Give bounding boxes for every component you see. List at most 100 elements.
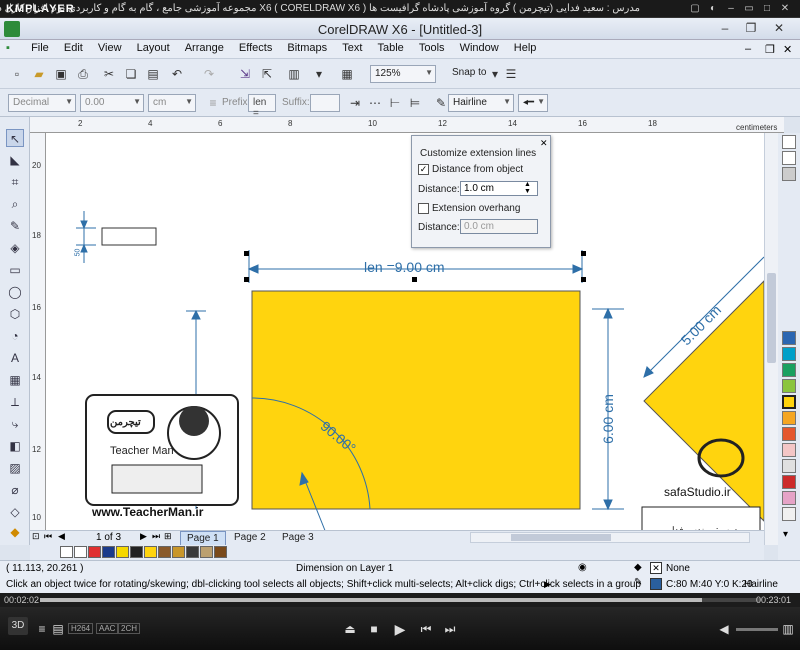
undo-icon[interactable]: ↶: [168, 65, 186, 83]
small-rectangle[interactable]: [101, 227, 157, 246]
open-icon[interactable]: ▰: [30, 65, 48, 83]
previous-icon[interactable]: ⏮: [418, 621, 434, 637]
docswatch-sienna[interactable]: [214, 546, 227, 558]
menu-table[interactable]: Table: [371, 40, 409, 56]
swatch-yellow[interactable]: [782, 395, 796, 409]
docswatch-tan[interactable]: [200, 546, 213, 558]
swatch-pink[interactable]: [782, 443, 796, 457]
docswatch-yellow[interactable]: [116, 546, 129, 558]
3d-mode-button[interactable]: 3D: [8, 617, 28, 635]
precision-select[interactable]: 0.00 ▼: [80, 94, 144, 112]
options-icon[interactable]: ☰: [502, 65, 520, 83]
menu-file[interactable]: File: [25, 40, 55, 56]
swatch-orange[interactable]: [782, 411, 796, 425]
doc-minimize-icon[interactable]: –: [745, 43, 751, 55]
smart-fill-icon[interactable]: ◈: [6, 239, 24, 257]
units-select[interactable]: cm ▼: [148, 94, 196, 112]
show-units-icon[interactable]: ≡: [204, 94, 222, 112]
minimize-icon[interactable]: –: [724, 2, 738, 15]
horizontal-scrollbar[interactable]: [470, 532, 750, 543]
ellipse-tool-icon[interactable]: ◯: [6, 283, 24, 301]
maximize-icon[interactable]: □: [760, 2, 774, 15]
new-icon[interactable]: ▫: [8, 65, 26, 83]
docswatch-navy[interactable]: [102, 546, 115, 558]
swatch-red-orange[interactable]: [782, 427, 796, 441]
export-icon[interactable]: ⇱: [258, 65, 276, 83]
top-dimension-label[interactable]: len =9.00 cm: [364, 259, 445, 275]
close-icon[interactable]: ✕: [770, 20, 788, 36]
text-tool-icon[interactable]: A: [6, 349, 24, 367]
dimension-tool-icon[interactable]: ⟂: [6, 393, 24, 411]
vertical-scrollbar[interactable]: [764, 133, 778, 545]
cut-icon[interactable]: ✂: [100, 65, 118, 83]
crop-tool-icon[interactable]: ⌗: [6, 173, 24, 191]
equalizer-icon[interactable]: ▥: [780, 621, 796, 637]
swatch-cyan[interactable]: [782, 347, 796, 361]
transparency-tool-icon[interactable]: ▨: [6, 459, 24, 477]
text-position-icon[interactable]: ⋯: [366, 94, 384, 112]
rectangle-tool-icon[interactable]: ▭: [6, 261, 24, 279]
fill-tool-icon[interactable]: ◆: [6, 523, 24, 541]
copy-icon[interactable]: ❏: [122, 65, 140, 83]
swatch-rose[interactable]: [782, 491, 796, 505]
outline-color-swatch[interactable]: [650, 578, 662, 590]
horizontal-ruler[interactable]: 2 4 6 8 10 12 14 16 18 centimeters: [30, 117, 784, 133]
blend-tool-icon[interactable]: ◧: [6, 437, 24, 455]
menu-arrange[interactable]: Arrange: [179, 40, 230, 56]
swatch-none[interactable]: [782, 135, 796, 149]
print-icon[interactable]: ⎙: [74, 65, 92, 83]
swatch-blue[interactable]: [782, 331, 796, 345]
polygon-tool-icon[interactable]: ⬡: [6, 305, 24, 323]
import-icon[interactable]: ⇲: [236, 65, 254, 83]
menu-text[interactable]: Text: [336, 40, 368, 56]
zoom-tool-icon[interactable]: ⌕: [6, 195, 24, 213]
menu-edit[interactable]: Edit: [58, 40, 89, 56]
overhang-distance-input[interactable]: 0.0 cm: [460, 219, 538, 234]
distance-spinner-icon[interactable]: ▲ ▼: [524, 181, 531, 195]
swatch-light-gray[interactable]: [782, 167, 796, 181]
extension-overhang-checkbox[interactable]: [418, 203, 429, 214]
zoom-select[interactable]: 125% ▼: [370, 65, 436, 83]
swatch-pale[interactable]: [782, 507, 796, 521]
extension-lines-active-icon[interactable]: ⊨: [406, 94, 424, 112]
tab-page-1[interactable]: Page 1: [180, 531, 226, 546]
menu-window[interactable]: Window: [454, 40, 505, 56]
docswatch-brown[interactable]: [158, 546, 171, 558]
pin-icon[interactable]: ▢: [688, 2, 702, 15]
menu-help[interactable]: Help: [508, 40, 543, 56]
publish-pdf-icon[interactable]: ▥: [285, 65, 303, 83]
scroll-thumb[interactable]: [767, 273, 776, 363]
docswatch-white[interactable]: [74, 546, 87, 558]
close-icon[interactable]: ✕: [540, 138, 548, 149]
doc-restore-icon[interactable]: ❐: [765, 43, 775, 56]
vertical-ruler[interactable]: 20 18 16 14 12 10: [30, 133, 46, 545]
palette-scroll-icon[interactable]: ▾: [783, 529, 788, 540]
save-icon[interactable]: ▣: [52, 65, 70, 83]
stop-icon[interactable]: ■: [366, 621, 382, 637]
play-icon[interactable]: ▶: [392, 621, 408, 637]
add-page-icon[interactable]: ⊞: [164, 531, 172, 542]
prev-page-icon[interactable]: ◀: [58, 531, 65, 542]
snap-to-button[interactable]: Snap to: [452, 67, 486, 78]
window-icon[interactable]: ▭: [742, 2, 756, 15]
docswatch-black[interactable]: [130, 546, 143, 558]
docswatch-ochre[interactable]: [172, 546, 185, 558]
eject-icon[interactable]: ⏏: [342, 621, 358, 637]
table-tool-icon[interactable]: ▦: [6, 371, 24, 389]
swatch-gray[interactable]: [782, 459, 796, 473]
suffix-input[interactable]: [310, 94, 340, 112]
playlist-icon[interactable]: ≡: [34, 621, 50, 637]
minimize-icon[interactable]: –: [716, 20, 734, 36]
menu-bitmaps[interactable]: Bitmaps: [281, 40, 333, 56]
menu-view[interactable]: View: [92, 40, 128, 56]
paste-icon[interactable]: ▤: [144, 65, 162, 83]
swatch-green[interactable]: [782, 363, 796, 377]
outline-tool-icon[interactable]: ◇: [6, 503, 24, 521]
tab-page-2[interactable]: Page 2: [228, 531, 272, 546]
distance-from-object-checkbox[interactable]: ✓: [418, 164, 429, 175]
extension-lines-icon[interactable]: ⊢: [386, 94, 404, 112]
shape-tool-icon[interactable]: ◣: [6, 151, 24, 169]
volume-slider[interactable]: [736, 628, 778, 631]
freehand-tool-icon[interactable]: ✎: [6, 217, 24, 235]
docswatch-red[interactable]: [88, 546, 101, 558]
